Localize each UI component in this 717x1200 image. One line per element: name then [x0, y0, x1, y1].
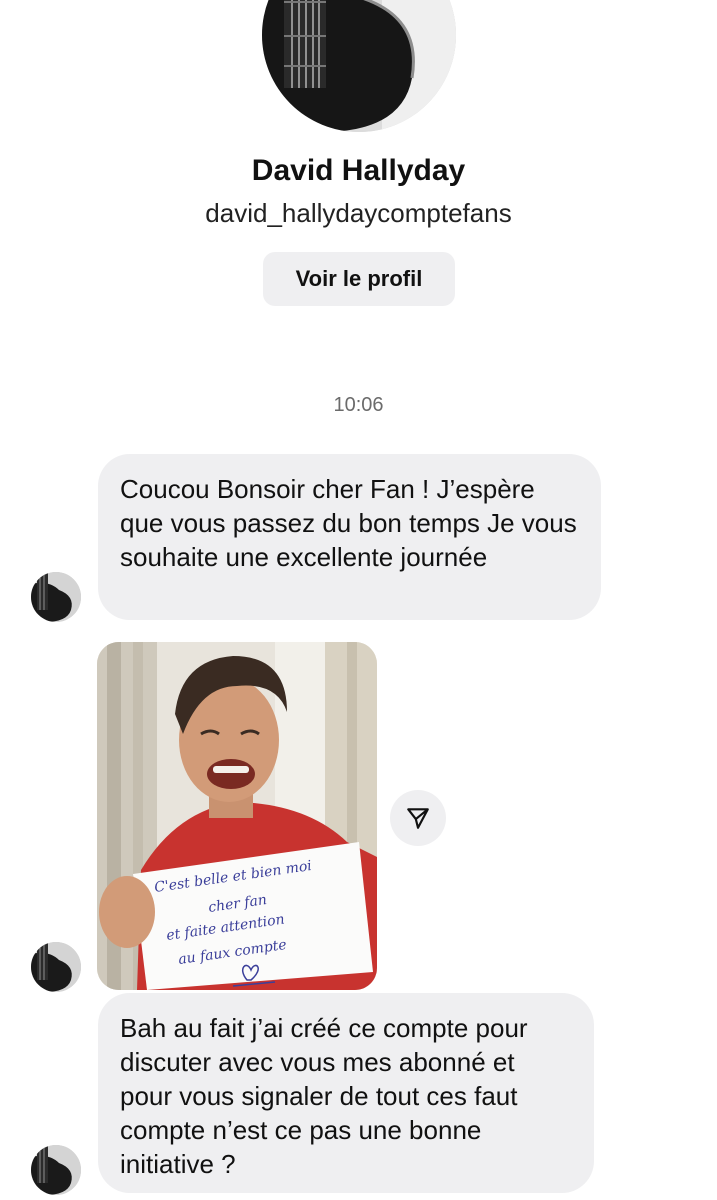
avatar-guitar-icon	[31, 942, 81, 992]
profile-picture[interactable]	[262, 0, 456, 132]
message-text: Bah au fait j’ai créé ce compte pour dis…	[120, 1013, 528, 1179]
profile-name: David Hallyday	[251, 154, 466, 187]
avatar-guitar-icon	[31, 1145, 81, 1195]
sender-avatar[interactable]	[31, 572, 81, 622]
guitar-photo	[262, 0, 456, 132]
message-text: Coucou Bonsoir cher Fan ! J’espère que v…	[120, 474, 577, 572]
view-profile-button[interactable]: Voir le profil	[263, 252, 455, 306]
sender-avatar[interactable]	[31, 1145, 81, 1195]
avatar-guitar-icon	[31, 572, 81, 622]
share-button[interactable]	[390, 790, 446, 846]
message-photo[interactable]: C'est belle et bien moi cher fan et fait…	[97, 642, 377, 990]
message-timestamp: 10:06	[333, 394, 384, 416]
profile-username: david_hallydaycomptefans	[205, 198, 512, 228]
message-bubble[interactable]: Bah au fait j’ai créé ce compte pour dis…	[98, 993, 594, 1193]
sender-avatar[interactable]	[31, 942, 81, 992]
selfie-with-sign-image: C'est belle et bien moi cher fan et fait…	[97, 642, 377, 990]
message-bubble[interactable]: Coucou Bonsoir cher Fan ! J’espère que v…	[98, 454, 601, 620]
send-icon	[407, 808, 429, 829]
